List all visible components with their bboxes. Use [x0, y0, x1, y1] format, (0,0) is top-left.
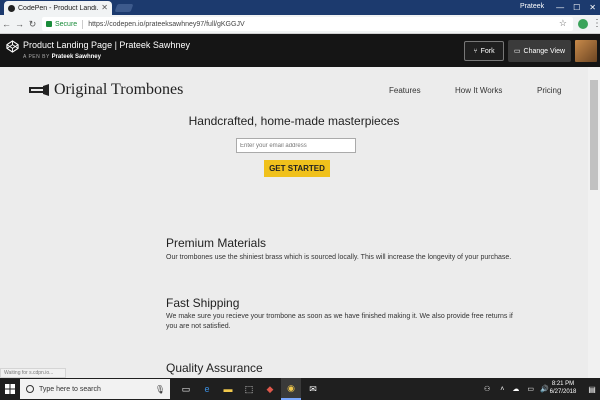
nav-link-pricing[interactable]: Pricing [537, 86, 561, 95]
status-bar: Waiting for s.cdpn.io... [0, 368, 66, 378]
layout-icon: ▭ [513, 48, 521, 55]
windows-logo-icon [5, 384, 15, 394]
maximize-icon[interactable]: ☐ [573, 3, 580, 12]
system-tray: ⚇ ˄ ☁ ▭ 🔊 [484, 378, 549, 400]
task-view-icon[interactable]: ▭ [176, 378, 196, 400]
search-placeholder: Type here to search [39, 385, 101, 393]
fork-label: Fork [480, 47, 495, 55]
email-input[interactable] [236, 138, 356, 153]
brand-name: Original Trombones [54, 81, 184, 98]
url-field[interactable]: Secure https://codepen.io/prateeksawhney… [42, 17, 573, 31]
bookmark-star-icon[interactable]: ☆ [559, 18, 567, 29]
change-view-button[interactable]: ▭ Change View [508, 40, 571, 62]
pen-preview: Original Trombones Features How It Works… [0, 67, 588, 378]
change-view-label: Change View [523, 47, 566, 55]
fork-button[interactable]: ⑂ Fork [464, 41, 504, 61]
pen-author[interactable]: Prateek Sawhney [52, 54, 101, 60]
microphone-icon[interactable]: 🎙 [155, 385, 165, 394]
secure-label: Secure [55, 20, 78, 28]
start-button[interactable] [0, 378, 20, 400]
clock-date: 6/27/2018 [549, 389, 577, 395]
pen-title: Product Landing Page | Prateek Sawhney [23, 40, 190, 50]
codepen-logo-icon[interactable] [6, 40, 19, 53]
mail-icon[interactable]: ✉ [303, 378, 323, 400]
clock-time: 8:21 PM [551, 381, 575, 387]
chrome-icon[interactable]: ◉ [281, 378, 301, 400]
brand-logo[interactable]: Original Trombones [28, 81, 183, 99]
windows-taskbar: Type here to search 🎙 ▭ e ▬ ⬚ ◆ ◉ ✉ ⚇ ˄ … [0, 378, 600, 400]
action-center-icon[interactable]: ▤ [584, 378, 600, 400]
extension-icon[interactable] [578, 19, 588, 29]
system-clock[interactable]: 8:21 PM 6/27/2018 [545, 380, 581, 396]
address-bar: ← → ↻ Secure https://codepen.io/prateeks… [0, 15, 600, 34]
show-hidden-icons-icon[interactable]: ˄ [500, 386, 504, 393]
tab-title: CodePen - Product Landi... [18, 4, 99, 12]
pen-by-label: A PEN BY [23, 54, 50, 60]
feature-description: We make sure you recieve your trombone a… [166, 313, 513, 330]
tab-close-icon[interactable]: ✕ [101, 4, 108, 12]
nav-link-how-it-works[interactable]: How It Works [455, 86, 502, 95]
app-icon[interactable]: ◆ [260, 378, 280, 400]
feature-title: Premium Materials [166, 236, 267, 250]
back-icon[interactable]: ← [0, 19, 13, 29]
store-icon[interactable]: ⬚ [239, 378, 259, 400]
scrollbar-thumb[interactable] [590, 80, 598, 190]
minimize-icon[interactable]: — [556, 3, 564, 12]
url-text: https://codepen.io/prateeksawhney97/full… [88, 20, 245, 28]
fork-icon: ⑂ [473, 47, 478, 55]
codepen-favicon-icon [8, 4, 15, 12]
cortana-icon [26, 385, 34, 393]
pen-byline: A PEN BY Prateek Sawhney [23, 54, 101, 60]
trombone-logo-icon [29, 84, 49, 96]
window-controls: — ☐ ✕ [556, 0, 596, 15]
reload-icon[interactable]: ↻ [26, 19, 39, 30]
people-icon[interactable]: ⚇ [484, 385, 490, 393]
hero-headline: Handcrafted, home-made masterpieces [188, 114, 400, 128]
feature-title: Quality Assurance [166, 361, 263, 375]
file-explorer-icon[interactable]: ▬ [218, 378, 238, 400]
browser-menu-icon[interactable]: ⋮ [592, 18, 600, 29]
divider [82, 19, 84, 29]
taskbar-search-box[interactable]: Type here to search 🎙 [20, 379, 170, 399]
browser-tab[interactable]: CodePen - Product Landi... ✕ [4, 1, 112, 15]
nav-link-features[interactable]: Features [389, 86, 421, 95]
forward-icon[interactable]: → [13, 19, 26, 29]
get-started-button[interactable]: GET STARTED [264, 160, 330, 177]
user-avatar[interactable] [575, 40, 597, 62]
close-window-icon[interactable]: ✕ [589, 3, 596, 12]
onedrive-icon[interactable]: ☁ [512, 385, 519, 393]
edge-browser-icon[interactable]: e [197, 378, 217, 400]
new-tab-button[interactable] [114, 4, 134, 12]
feature-title: Fast Shipping [166, 296, 240, 310]
lock-icon [46, 21, 52, 27]
battery-icon[interactable]: ▭ [527, 385, 534, 393]
browser-tab-strip: CodePen - Product Landi... ✕ Prateek — ☐… [0, 0, 600, 15]
profile-name[interactable]: Prateek [520, 3, 544, 10]
feature-description: Our trombones use the shiniest brass whi… [166, 254, 512, 261]
